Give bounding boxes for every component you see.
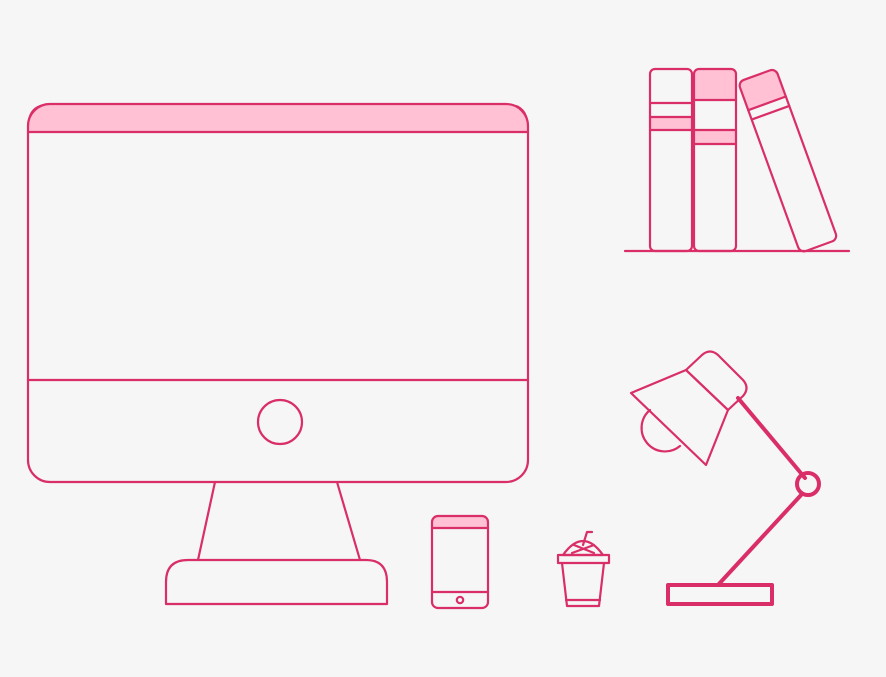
- illustration-canvas: [0, 0, 886, 677]
- monitor-logo-circle: [256, 398, 304, 446]
- monitor-frame: [26, 102, 530, 484]
- book-2: [692, 67, 738, 253]
- cup-rim: [556, 553, 611, 565]
- monitor-stand-base: [164, 558, 389, 606]
- lamp-head: [684, 350, 748, 412]
- lamp-shade-back: [640, 408, 682, 453]
- desk-illustration: [26, 67, 851, 610]
- smartphone-icon: [430, 514, 490, 610]
- lamp-shade: [629, 368, 730, 467]
- books-icon: [623, 67, 851, 253]
- monitor-top-bar: [27, 103, 529, 133]
- lamp-lower-arm: [716, 492, 804, 587]
- phone-home-button: [455, 595, 465, 605]
- book-1: [648, 67, 694, 253]
- lamp-upper-arm: [736, 396, 807, 480]
- book-3: [738, 68, 838, 253]
- lamp-base: [666, 583, 774, 606]
- lamp-joint: [795, 471, 821, 497]
- monitor-stand-neck: [196, 480, 362, 562]
- drink-cup-icon: [556, 530, 611, 608]
- desk-lamp-icon: [629, 350, 821, 606]
